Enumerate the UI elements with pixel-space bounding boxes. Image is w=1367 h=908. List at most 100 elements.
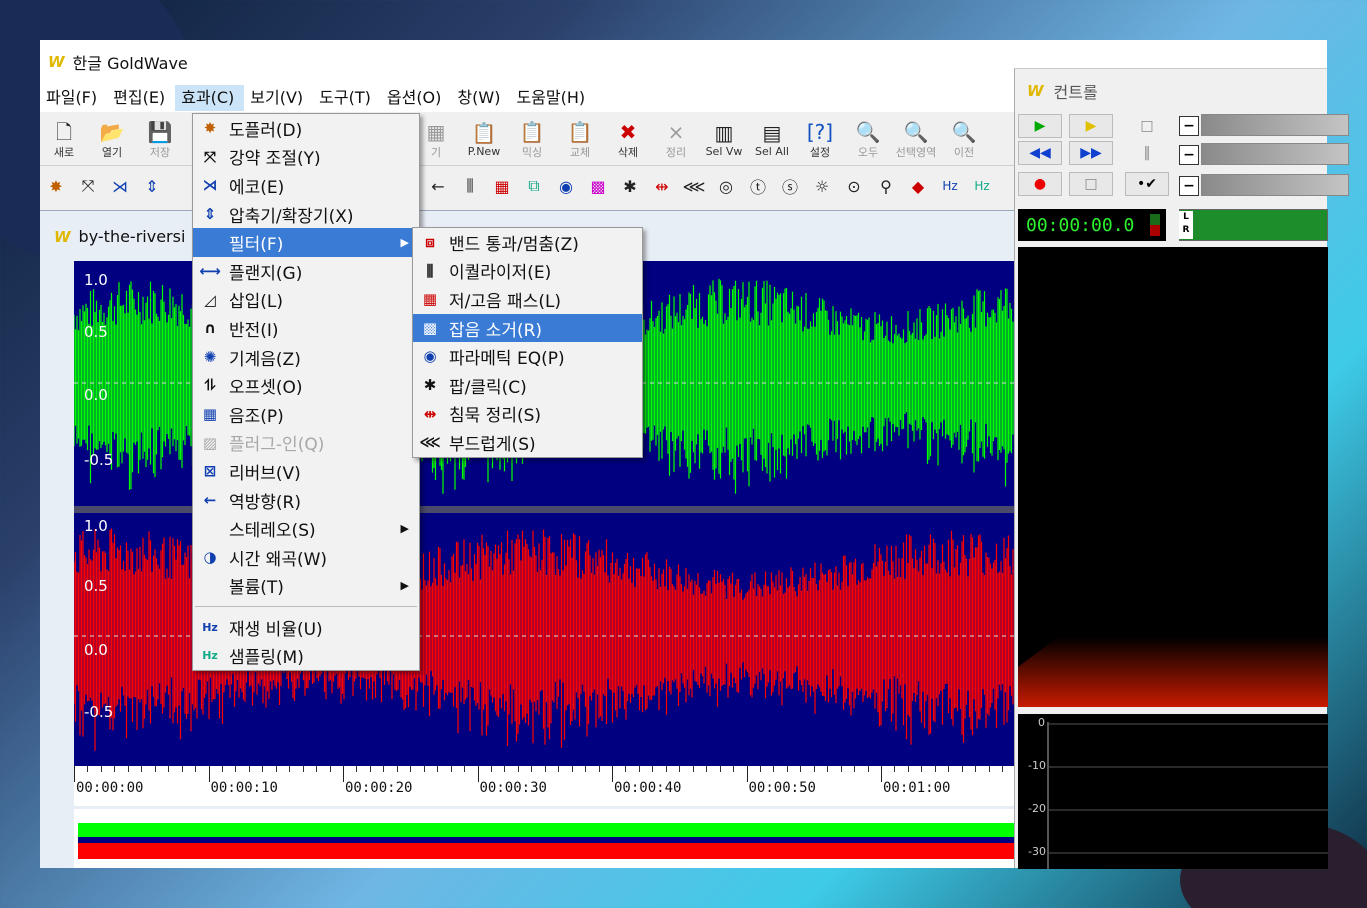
paste-new-button[interactable]: 📋 P.New [460, 115, 508, 165]
effects_menu-item-0[interactable]: ✸ 도플러(D) [193, 114, 419, 143]
loop-tool-icon[interactable]: ⓢ [774, 170, 806, 202]
ruler-minor-tick [706, 766, 708, 772]
filter_submenu-item-6[interactable]: ⇹ 침묵 정리(S) [413, 400, 642, 429]
mix-button[interactable]: 📋 믹싱 [508, 115, 556, 165]
effects_menu-item-3[interactable]: ⇕ 압축기/확장기(X) [193, 200, 419, 229]
compressor-tool-icon[interactable]: ⇕ [136, 170, 168, 202]
pause-button[interactable]: □ [1125, 114, 1169, 138]
play-button[interactable]: ▶ [1018, 114, 1062, 138]
dynamics-tool-icon[interactable]: ⤧ [72, 170, 104, 202]
effects_menu-item-1[interactable]: ⤧ 강약 조절(Y) [193, 143, 419, 172]
effects_menu-item-14[interactable]: 스테레오(S) ▶ [193, 514, 419, 543]
new-button[interactable]: 🗋 새로 [40, 115, 88, 165]
open-button[interactable]: 📂 열기 [88, 115, 136, 165]
ruler-minor-tick [867, 766, 869, 772]
speed-slider[interactable] [1201, 174, 1349, 196]
stop-button[interactable]: □ [1069, 172, 1113, 196]
zoom-prev-button[interactable]: 🔍 이전 [940, 115, 988, 165]
equalizer-tool-icon[interactable]: ⫼ [454, 170, 486, 202]
doppler-tool-icon[interactable]: ✸ [40, 170, 72, 202]
effects_menu-item-8[interactable]: ✺ 기계음(Z) [193, 343, 419, 372]
replace-button[interactable]: 📋 교체 [556, 115, 604, 165]
pop-click-tool-icon[interactable]: ✱ [614, 170, 646, 202]
effects_menu-item-2[interactable]: ⋊ 에코(E) [193, 171, 419, 200]
effects_menu-item-6[interactable]: ◿ 삽입(L) [193, 286, 419, 315]
resample-tool-icon[interactable]: Hz [966, 170, 998, 202]
filter_submenu-item-5[interactable]: ✱ 팝/클릭(C) [413, 371, 642, 400]
time-tool-icon[interactable]: ◎ [710, 170, 742, 202]
bandpass-tool-icon[interactable]: ▦ [486, 170, 518, 202]
filter_submenu-item-7[interactable]: ⋘ 부드럽게(S) [413, 428, 642, 457]
bulb-tool-icon[interactable]: ☼ [806, 170, 838, 202]
overview-bar[interactable] [74, 809, 1015, 868]
effects_menu-item-5[interactable]: ⟷ 플랜지(G) [193, 257, 419, 286]
effects_menu-item-11[interactable]: ▨ 플러그-인(Q) [193, 429, 419, 458]
menu-3[interactable]: 보기(V) [244, 85, 313, 111]
effects_menu-item-12[interactable]: ⊠ 리버브(V) [193, 457, 419, 486]
filter_submenu-item-0[interactable]: ⧈ 밴드 통과/멈춤(Z) [413, 228, 642, 257]
alert-tool-icon[interactable]: ⊙ [838, 170, 870, 202]
pause-button-2[interactable]: ‖ [1125, 141, 1169, 165]
effects_menu-item-13[interactable]: ← 역방향(R) [193, 486, 419, 515]
person-tool-icon[interactable]: ⚲ [870, 170, 902, 202]
lowhigh-tool-icon[interactable]: ⧉ [518, 170, 550, 202]
zoom-all-button[interactable]: 🔍 오두 [844, 115, 892, 165]
effects_menu-item-7[interactable]: ∩ 반전(I) [193, 314, 419, 343]
effects_menu-item-9[interactable]: ⥮ 오프셋(O) [193, 371, 419, 400]
ruler-minor-tick [262, 766, 264, 772]
effects_menu-item-18[interactable]: Hz 샘플링(M) [193, 642, 419, 671]
settings-button[interactable]: [?] 설정 [796, 115, 844, 165]
effects_menu-item-4[interactable]: 필터(F) ▶ [193, 228, 419, 257]
fast-forward-button[interactable]: ▶▶ [1069, 141, 1113, 165]
pop-click-icon: ✱ [423, 375, 437, 394]
playback-rate-icon: Hz [202, 620, 218, 634]
effects_menu-item-17[interactable]: Hz 재생 비율(U) [193, 613, 419, 642]
echo-tool-icon[interactable]: ⋊ [104, 170, 136, 202]
filter_submenu-item-1[interactable]: ⫼ 이퀄라이저(E) [413, 257, 642, 286]
replace-icon: 📋 [567, 119, 593, 144]
effects_menu-item-10[interactable]: ▦ 음조(P) [193, 400, 419, 429]
marker-tool-icon[interactable]: ⓣ [742, 170, 774, 202]
lr-label: LR [1179, 211, 1193, 239]
effects_menu-item-16[interactable]: 볼륨(T) ▶ [193, 572, 419, 601]
oscilloscope-display[interactable] [1018, 247, 1328, 707]
balance-slider[interactable] [1201, 143, 1349, 165]
submenu-arrow-icon: ▶ [400, 579, 409, 593]
select-all-button[interactable]: ▤ Sel All [748, 115, 796, 165]
play-selection-button[interactable]: ▶ [1069, 114, 1113, 138]
menu-4[interactable]: 도구(T) [313, 85, 381, 111]
delete-button[interactable]: ✖ 삭제 [604, 115, 652, 165]
menu-7[interactable]: 도움말(H) [510, 85, 595, 111]
filter_submenu-item-2[interactable]: ▦ 저/고음 패스(L) [413, 285, 642, 314]
balance-minus-button[interactable]: − [1179, 145, 1199, 165]
menu-5[interactable]: 옵션(O) [381, 85, 452, 111]
parametric-eq-tool-icon[interactable]: ◉ [550, 170, 582, 202]
silence-tool-icon[interactable]: ⇹ [646, 170, 678, 202]
rewind-button[interactable]: ◀◀ [1018, 141, 1062, 165]
speed-minus-button[interactable]: − [1179, 176, 1199, 196]
time-ruler[interactable]: 00:00:00 00:00:10 00:00:20 00:00:30 00:00:40… [74, 766, 1015, 806]
effects_menu-item-15[interactable]: ◑ 시간 왜곡(W) [193, 543, 419, 572]
select-view-button[interactable]: ▥ Sel Vw [700, 115, 748, 165]
playback-rate-tool-icon[interactable]: Hz [934, 170, 966, 202]
filter_submenu-item-4[interactable]: ◉ 파라메틱 EQ(P) [413, 342, 642, 371]
record-mode-toggle[interactable]: •✔ [1125, 172, 1169, 196]
zoom-selection-button[interactable]: 🔍 선택영역 [892, 115, 940, 165]
save-button[interactable]: 💾 저장 [136, 115, 184, 165]
flag-tool-icon[interactable]: ◆ [902, 170, 934, 202]
menu-2[interactable]: 효과(C) [175, 85, 245, 111]
axis-label: 0.5 [84, 577, 108, 595]
volume-slider[interactable] [1201, 114, 1349, 136]
record-button[interactable]: ● [1018, 172, 1062, 196]
paste-new-icon: 📋 [471, 121, 497, 145]
menu-0[interactable]: 파일(F) [40, 85, 107, 111]
menu-6[interactable]: 창(W) [451, 85, 510, 111]
reverse-tool-icon[interactable]: ← [422, 170, 454, 202]
volume-minus-button[interactable]: − [1179, 116, 1199, 136]
spectrum-display[interactable]: 0 -10 -20 -30 [1018, 714, 1328, 869]
filter_submenu-item-3[interactable]: ▩ 잡음 소거(R) [413, 313, 642, 343]
menu-1[interactable]: 편집(E) [107, 85, 175, 111]
smoother-tool-icon[interactable]: ⋘ [678, 170, 710, 202]
trim-button[interactable]: ⨯ 정리 [652, 115, 700, 165]
noise-reduction-tool-icon[interactable]: ▩ [582, 170, 614, 202]
